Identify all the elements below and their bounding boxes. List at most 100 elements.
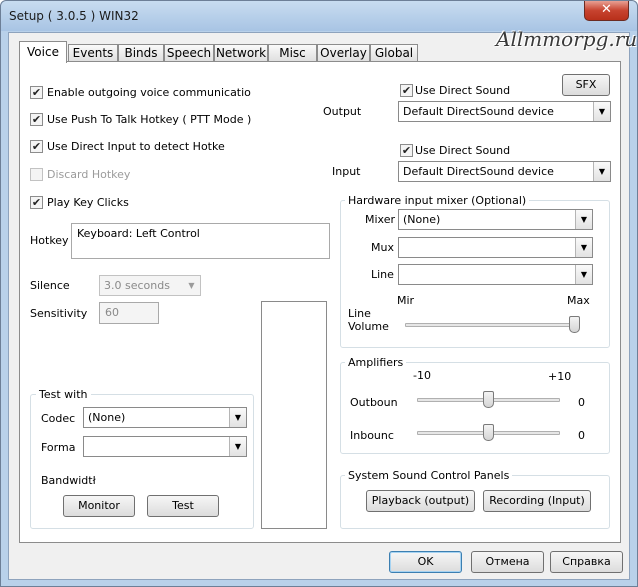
line-volume-label-1: Line: [348, 307, 371, 320]
sfx-button[interactable]: SFX: [562, 74, 610, 96]
format-select[interactable]: ▼: [83, 436, 247, 457]
arrow-glyph: ▼: [598, 167, 606, 176]
chevron-down-icon: ▼: [593, 102, 610, 121]
monitor-button[interactable]: Monitor: [63, 495, 135, 517]
codec-label: Codec: [41, 412, 76, 425]
tab-label: Misc: [279, 46, 306, 60]
mixer-label: Mixer: [365, 213, 396, 226]
tab-label: Network: [215, 46, 267, 60]
tab-global[interactable]: Global: [370, 44, 418, 62]
output-direct-sound-label: Use Direct Sound: [415, 84, 511, 97]
line-volume-slider-thumb[interactable]: [569, 316, 580, 333]
line-label: Line: [371, 268, 394, 281]
setup-window: Setup ( 3.0.5 ) WIN32 ✕ Voice Events Bin…: [0, 0, 638, 587]
input-direct-sound-checkbox[interactable]: ✔: [400, 144, 413, 157]
silence-label: Silence: [30, 279, 70, 292]
arrow-glyph: ▼: [598, 107, 606, 116]
tab-label: Voice: [27, 45, 59, 59]
output-device-select[interactable]: Default DirectSound device ▼: [398, 101, 611, 122]
outbound-value: 0: [578, 396, 585, 409]
mux-select[interactable]: ▼: [398, 237, 593, 258]
silence-value: 3.0 seconds: [104, 279, 170, 292]
tab-label: Speech: [166, 46, 212, 60]
hotkey-label: Hotkey: [30, 234, 69, 247]
chevron-down-icon: ▼: [229, 408, 246, 427]
check-icon: ✔: [401, 84, 412, 97]
inbound-label: Inbounc: [350, 429, 394, 442]
chevron-down-icon: ▼: [183, 276, 200, 295]
output-direct-sound-checkbox[interactable]: ✔: [400, 84, 413, 97]
playback-output-button[interactable]: Playback (output): [366, 490, 475, 512]
hotkey-value: Keyboard: Left Control: [77, 227, 200, 240]
line-volume-track[interactable]: [405, 323, 575, 327]
help-button[interactable]: Справка: [550, 551, 623, 573]
line-volume-label-2: Volume: [348, 320, 389, 333]
codec-select[interactable]: (None) ▼: [83, 407, 247, 428]
recording-input-button[interactable]: Recording (Input): [483, 490, 591, 512]
inbound-value: 0: [578, 429, 585, 442]
window-title: Setup ( 3.0.5 ) WIN32: [9, 9, 139, 23]
silence-select[interactable]: 3.0 seconds ▼: [99, 275, 201, 296]
cancel-button[interactable]: Отмена: [471, 551, 544, 573]
close-icon: ✕: [601, 2, 612, 17]
line-volume-min-label: Mir: [397, 294, 415, 307]
check-icon: ✔: [401, 144, 412, 157]
discard-hotkey-checkbox[interactable]: [30, 168, 43, 181]
tab-overlay[interactable]: Overlay: [317, 44, 370, 62]
sensitivity-label: Sensitivity: [30, 307, 88, 320]
push-to-talk-checkbox[interactable]: ✔: [30, 113, 43, 126]
codec-value: (None): [88, 411, 126, 424]
mux-label: Mux: [371, 241, 394, 254]
level-meter: [261, 301, 327, 529]
input-device-select[interactable]: Default DirectSound device ▼: [398, 161, 611, 182]
play-key-clicks-checkbox[interactable]: ✔: [30, 196, 43, 209]
outbound-slider-thumb[interactable]: [483, 391, 494, 408]
sensitivity-field[interactable]: 60: [99, 302, 159, 324]
tab-label: Binds: [124, 46, 158, 60]
tab-label: Events: [72, 46, 114, 60]
chevron-down-icon: ▼: [575, 265, 592, 284]
output-device-value: Default DirectSound device: [403, 105, 554, 118]
discard-hotkey-label: Discard Hotkey: [47, 168, 131, 181]
arrow-glyph: ▼: [580, 270, 588, 279]
amplifiers-title: Amplifiers: [345, 356, 407, 369]
system-sound-title: System Sound Control Panels: [345, 469, 513, 482]
sensitivity-value: 60: [105, 306, 119, 319]
tab-voice[interactable]: Voice: [19, 41, 67, 63]
play-key-clicks-label: Play Key Clicks: [47, 196, 129, 209]
test-with-title: Test with: [36, 388, 91, 401]
chevron-down-icon: ▼: [593, 162, 610, 181]
tab-network[interactable]: Network: [214, 44, 268, 62]
arrow-glyph: ▼: [234, 413, 242, 422]
tab-binds[interactable]: Binds: [118, 44, 164, 62]
line-volume-max-label: Max: [567, 294, 590, 307]
ok-button[interactable]: OK: [389, 551, 462, 573]
tab-speech[interactable]: Speech: [164, 44, 214, 62]
arrow-glyph: ▼: [580, 243, 588, 252]
mixer-select[interactable]: (None) ▼: [398, 209, 593, 230]
arrow-glyph: ▼: [188, 281, 195, 290]
tab-label: Global: [374, 46, 414, 60]
enable-outgoing-label: Enable outgoing voice communicatio: [47, 86, 251, 99]
voice-tab-panel: ✔ Enable outgoing voice communicatio ✔ U…: [19, 61, 621, 543]
line-select[interactable]: ▼: [398, 264, 593, 285]
amp-max-label: +10: [548, 370, 572, 383]
input-device-value: Default DirectSound device: [403, 165, 554, 178]
chevron-down-icon: ▼: [229, 437, 246, 456]
direct-input-checkbox[interactable]: ✔: [30, 140, 43, 153]
inbound-slider-thumb[interactable]: [483, 424, 494, 441]
amp-min-label: -10: [413, 369, 431, 382]
tab-misc[interactable]: Misc: [268, 44, 317, 62]
arrow-glyph: ▼: [234, 442, 242, 451]
close-button[interactable]: ✕: [584, 1, 629, 21]
arrow-glyph: ▼: [580, 215, 588, 224]
watermark-logo: Allmmorpg.ru: [496, 27, 638, 51]
input-direct-sound-label: Use Direct Sound: [415, 144, 511, 157]
hotkey-field[interactable]: Keyboard: Left Control: [71, 223, 330, 259]
test-button[interactable]: Test: [147, 495, 219, 517]
input-label: Input: [332, 165, 361, 178]
outbound-label: Outboun: [350, 396, 398, 409]
enable-outgoing-checkbox[interactable]: ✔: [30, 86, 43, 99]
check-icon: ✔: [31, 140, 42, 153]
tab-events[interactable]: Events: [68, 44, 118, 62]
